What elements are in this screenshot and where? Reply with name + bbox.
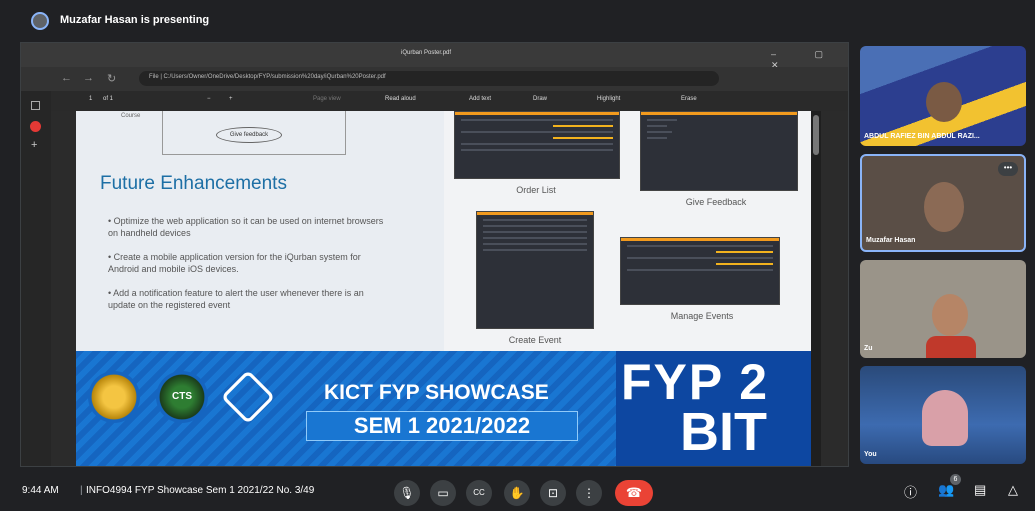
presenting-bar: Muzafar Hasan is presenting	[0, 0, 1035, 40]
participant-shirt	[926, 336, 976, 358]
participant-video	[932, 294, 968, 336]
camera-icon[interactable]: ▭	[430, 480, 456, 506]
meeting-name: INFO4994 FYP Showcase Sem 1 2021/22 No. …	[86, 485, 315, 496]
give-feedback-usecase: Give feedback	[216, 127, 282, 143]
app-icon[interactable]	[30, 121, 41, 132]
iium-logo	[88, 371, 140, 423]
page-of-label: of 1	[103, 96, 114, 102]
participant-video	[924, 182, 964, 232]
order-list-caption: Order List	[516, 185, 556, 195]
showcase-title: KICT FYP SHOWCASE	[324, 381, 549, 404]
activities-icon[interactable]: △	[1008, 482, 1018, 498]
create-event-screenshot	[476, 211, 594, 329]
back-icon[interactable]: ←	[61, 72, 72, 84]
url-text: File | C:/Users/Owner/OneDrive/Desktop/F…	[149, 74, 386, 80]
future-enhancements-title: Future Enhancements	[100, 173, 287, 194]
banner-pattern	[76, 351, 616, 466]
manage-events-screenshot	[620, 237, 780, 305]
add-text-button[interactable]: Add text	[469, 96, 491, 102]
highlight-button[interactable]: Highlight	[597, 96, 620, 102]
presenter-avatar	[31, 12, 49, 30]
participant-name: Zu	[864, 345, 873, 352]
bit-label: BIT	[680, 402, 767, 462]
browser-title-bar: iQurban Poster.pdf – ▢ ✕	[21, 43, 848, 70]
read-aloud-button[interactable]: Read aloud	[385, 96, 416, 102]
browser-tab-title[interactable]: iQurban Poster.pdf	[401, 50, 451, 56]
separator: |	[80, 485, 83, 496]
participant-tile[interactable]: Zu	[860, 260, 1026, 358]
reload-icon[interactable]: ↻	[107, 72, 116, 85]
participant-video	[922, 390, 968, 446]
page-number-field[interactable]: 1	[89, 96, 92, 102]
raise-hand-icon[interactable]: ✋	[504, 480, 530, 506]
info-icon[interactable]: ⓘ	[904, 482, 917, 501]
bullet-item: • Add a notification feature to alert th…	[108, 288, 364, 310]
diagram-fragment-label: Course	[121, 113, 141, 119]
participant-tile[interactable]: You	[860, 366, 1026, 464]
page-view-button[interactable]: Page view	[313, 96, 341, 102]
chat-icon[interactable]: ▤	[974, 482, 986, 498]
create-event-caption: Create Event	[508, 335, 562, 345]
pdf-page: Course Give feedback Future Enhancements…	[76, 111, 811, 466]
more-options-icon[interactable]: ⋮	[576, 480, 602, 506]
participant-video	[926, 82, 962, 122]
pdf-toolbar	[51, 91, 848, 111]
manage-events-caption: Manage Events	[670, 311, 734, 321]
presenter-label: Muzafar Hasan is presenting	[60, 14, 210, 26]
give-feedback-caption: Give Feedback	[685, 197, 747, 207]
pdf-scrollbar[interactable]	[811, 111, 821, 466]
participant-count-badge: 6	[950, 474, 961, 485]
present-icon[interactable]: ⊡	[540, 480, 566, 506]
forward-icon[interactable]: →	[83, 72, 94, 84]
people-icon[interactable]: 👥	[938, 482, 954, 498]
microphone-icon[interactable]: 🎙	[394, 480, 420, 506]
showcase-banner: CTS KICT FYP SHOWCASE SEM 1 2021/2022 FY…	[76, 351, 811, 466]
bullet-item: • Optimize the web application so it can…	[108, 216, 384, 238]
end-call-button[interactable]: ☎	[615, 480, 653, 506]
shared-screen: iQurban Poster.pdf – ▢ ✕ ← → ↻ File | C:…	[20, 42, 849, 467]
give-feedback-screenshot	[640, 111, 798, 191]
bullet-item: • Create a mobile application version fo…	[108, 252, 361, 274]
participant-tile[interactable]: ABDUL RAFIEZ BIN ABDUL RAZI...	[860, 46, 1026, 146]
zoom-out-button[interactable]: −	[207, 96, 211, 102]
more-options-icon[interactable]: •••	[998, 162, 1018, 176]
erase-button[interactable]: Erase	[681, 96, 697, 102]
scroll-thumb[interactable]	[813, 115, 819, 155]
clock: 9:44 AM	[22, 485, 59, 496]
draw-button[interactable]: Draw	[533, 96, 547, 102]
add-icon[interactable]: +	[31, 139, 37, 151]
browser-sidebar: +	[21, 91, 51, 466]
participant-tile[interactable]: ••• Muzafar Hasan	[860, 154, 1026, 252]
semester-label: SEM 1 2021/2022	[306, 411, 578, 441]
sidebar-toggle-icon[interactable]	[31, 101, 40, 110]
captions-icon[interactable]: CC	[466, 480, 492, 506]
participant-name: You	[864, 451, 877, 458]
zoom-in-button[interactable]: +	[229, 96, 233, 102]
participant-name: ABDUL RAFIEZ BIN ABDUL RAZI...	[864, 133, 980, 140]
participant-name: Muzafar Hasan	[866, 237, 916, 244]
kict-logo: CTS	[156, 371, 208, 423]
order-list-screenshot	[454, 111, 620, 179]
